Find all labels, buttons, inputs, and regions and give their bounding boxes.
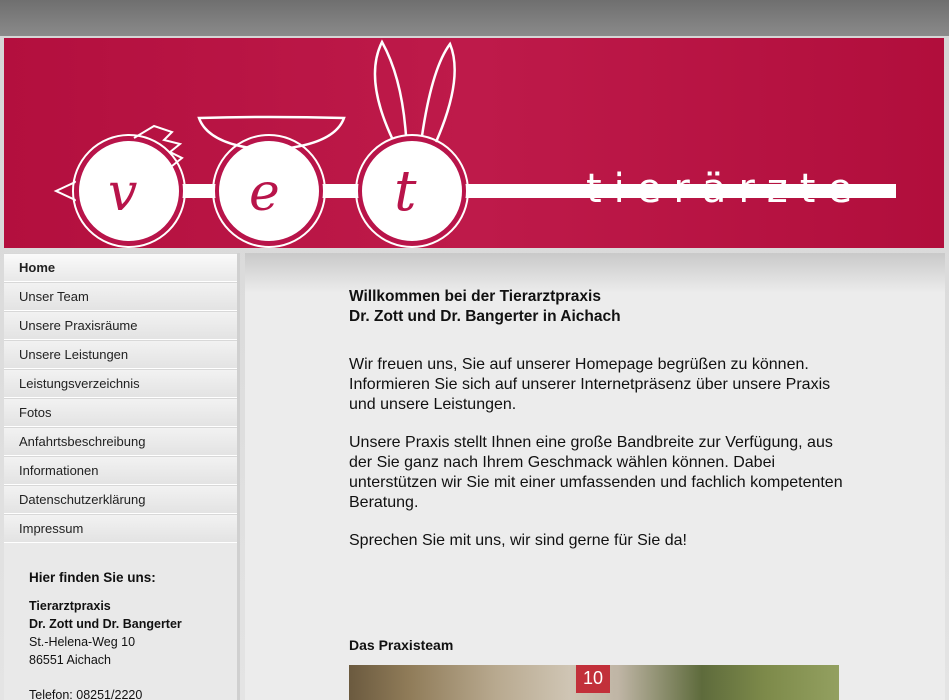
- nav-item-leistungsverzeichnis[interactable]: Leistungsverzeichnis: [4, 369, 237, 398]
- site-header-banner: v e t tierärzte: [4, 38, 944, 248]
- contact-practice-name: Tierarztpraxis: [29, 599, 111, 613]
- nav-item-fotos[interactable]: Fotos: [4, 398, 237, 427]
- intro-paragraph: Wir freuen uns, Sie auf unserer Homepage…: [349, 356, 831, 413]
- rabbit-ear-left-icon: [373, 39, 408, 139]
- rabbit-ear-right-icon: [420, 41, 456, 143]
- main-content: Willkommen bei der Tierarztpraxis Dr. Zo…: [245, 253, 945, 700]
- contact-street: St.-Helena-Weg 10: [29, 635, 136, 649]
- logo-wordmark: tierärzte: [586, 166, 865, 212]
- contact-heading: Hier finden Sie uns:: [29, 570, 156, 585]
- nav-item-praxisraeume[interactable]: Unsere Praxisräume: [4, 311, 237, 340]
- nav-item-datenschutz[interactable]: Datenschutzerklärung: [4, 485, 237, 514]
- nav-item-anfahrtsbeschreibung[interactable]: Anfahrtsbeschreibung: [4, 427, 237, 456]
- logo-letter-e: e: [249, 163, 280, 223]
- contact-paragraph: Sprechen Sie mit uns, wir sind gerne für…: [349, 532, 687, 549]
- logo-letter-t: t: [394, 159, 417, 224]
- team-photo: 10: [349, 665, 839, 700]
- nav-item-informationen[interactable]: Informationen: [4, 456, 237, 485]
- photo-house-number: 10: [576, 665, 610, 693]
- contact-block: Hier finden Sie uns: Tierarztpraxis Dr. …: [4, 543, 237, 700]
- welcome-line-2: Dr. Zott und Dr. Bangerter in Aichach: [349, 308, 621, 325]
- contact-phone: Telefon: 08251/2220: [29, 688, 143, 700]
- contact-city: 86551 Aichach: [29, 653, 112, 667]
- services-paragraph: Unsere Praxis stellt Ihnen eine große Ba…: [349, 434, 843, 511]
- welcome-line-1: Willkommen bei der Tierarztpraxis: [349, 288, 601, 305]
- sidebar: Home Unser Team Unsere Praxisräume Unser…: [4, 253, 240, 700]
- team-section-title: Das Praxisteam: [349, 637, 454, 653]
- welcome-heading: Willkommen bei der Tierarztpraxis Dr. Zo…: [349, 287, 849, 327]
- nav-item-impressum[interactable]: Impressum: [4, 514, 237, 543]
- main-navigation: Home Unser Team Unsere Praxisräume Unser…: [4, 253, 237, 543]
- nav-item-leistungen[interactable]: Unsere Leistungen: [4, 340, 237, 369]
- nav-item-unser-team[interactable]: Unser Team: [4, 282, 237, 311]
- logo-letter-v: v: [108, 163, 137, 223]
- welcome-section: Willkommen bei der Tierarztpraxis Dr. Zo…: [349, 287, 849, 551]
- nav-item-home[interactable]: Home: [4, 253, 237, 282]
- contact-doctors: Dr. Zott und Dr. Bangerter: [29, 617, 182, 631]
- vet-logo-graphic: v e t: [53, 39, 896, 248]
